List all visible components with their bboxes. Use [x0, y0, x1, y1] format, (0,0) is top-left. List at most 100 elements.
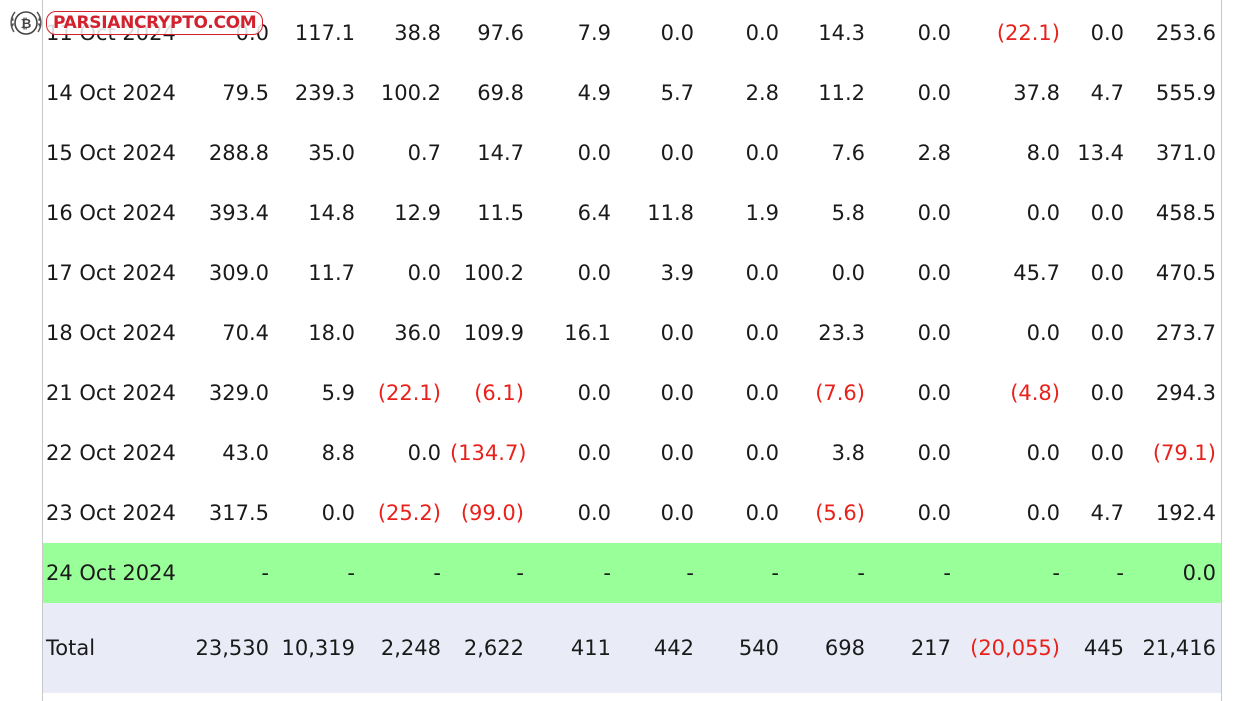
row-date: 21 Oct 2024 [46, 381, 176, 405]
table-cell: 393.4 [208, 201, 269, 225]
table-cell: (4.8) [1010, 381, 1060, 405]
total-cell: 217 [870, 603, 956, 693]
table-cell: 7.6 [831, 141, 865, 165]
table-cell: (79.1) [1152, 441, 1216, 465]
table-cell: 555.9 [1155, 81, 1216, 105]
total-label: Total [43, 603, 186, 693]
table-cell: 371.0 [1155, 141, 1216, 165]
table-cell: 0.0 [321, 501, 355, 525]
table-cell: 0.0 [745, 381, 779, 405]
table-cell: 36.0 [394, 321, 441, 345]
table-cell: - [186, 543, 274, 603]
table-cell: 0.0 [917, 441, 951, 465]
table-cell: 14.3 [818, 21, 865, 45]
table-cell: 3.8 [831, 441, 865, 465]
table-cell: - [956, 543, 1065, 603]
table-cell: 117.1 [294, 21, 355, 45]
table-cell: 11.5 [477, 201, 524, 225]
table-row: 17 Oct 2024 309.0 11.7 0.0 100.2 0.0 3.9 0.0 0.0… [43, 243, 1221, 303]
table-cell: 0.0 [577, 441, 611, 465]
table-cell: 11.7 [308, 261, 355, 285]
row-date: 23 Oct 2024 [46, 501, 176, 525]
total-cell: (20,055) [956, 603, 1065, 693]
table-cell: - [870, 543, 956, 603]
flow-table-body: 11 Oct 20240.0117.138.897.67.90.00.014.3… [43, 3, 1221, 693]
table-cell: (6.1) [474, 381, 524, 405]
table-cell: 11.8 [647, 201, 694, 225]
table-cell: 37.8 [1013, 81, 1060, 105]
table-cell: 0.0 [1090, 441, 1124, 465]
table-cell: 6.4 [577, 201, 611, 225]
table-row: 21 Oct 2024 329.0 5.9 (22.1) (6.1) 0.0 0.0 0.0 (… [43, 363, 1221, 423]
table-cell: 309.0 [208, 261, 269, 285]
table-cell: 0.0 [745, 501, 779, 525]
table-cell: 0.0 [745, 441, 779, 465]
table-cell: 0.0 [917, 81, 951, 105]
table-cell: 253.6 [1155, 21, 1216, 45]
table-cell: 0.0 [745, 321, 779, 345]
total-cell: 540 [699, 603, 784, 693]
row-date: 18 Oct 2024 [46, 321, 176, 345]
table-cell: 8.8 [321, 441, 355, 465]
watermark: ₿ PARSIANCRYPTO.COM [8, 6, 264, 40]
watermark-text: PARSIANCRYPTO.COM [46, 11, 264, 35]
table-cell: (134.7) [450, 441, 527, 465]
table-cell: 3.9 [660, 261, 694, 285]
table-cell: (22.1) [377, 381, 441, 405]
table-cell: 0.0 [660, 321, 694, 345]
table-cell: 317.5 [208, 501, 269, 525]
table-cell: 16.1 [564, 321, 611, 345]
table-cell: 2.8 [917, 141, 951, 165]
table-cell: 0.0 [577, 501, 611, 525]
table-cell: 0.0 [660, 441, 694, 465]
table-cell: 0.0 [660, 381, 694, 405]
table-row: 15 Oct 2024 288.8 35.0 0.7 14.7 0.0 0.0 0.0 7.6 2… [43, 123, 1221, 183]
table-cell: 4.9 [577, 81, 611, 105]
table-cell: 0.0 [1026, 201, 1060, 225]
table-cell: - [784, 543, 870, 603]
table-cell: (7.6) [815, 381, 865, 405]
row-date: 22 Oct 2024 [46, 441, 176, 465]
table-row: 22 Oct 2024 43.0 8.8 0.0 (134.7) 0.0 0.0 0.0 3.8… [43, 423, 1221, 483]
table-cell: - [529, 543, 616, 603]
table-cell: 273.7 [1155, 321, 1216, 345]
table-cell: 5.9 [321, 381, 355, 405]
total-cell: 445 [1065, 603, 1129, 693]
table-cell: 288.8 [208, 141, 269, 165]
total-cell: 10,319 [274, 603, 360, 693]
table-cell: 0.0 [917, 321, 951, 345]
table-cell: 5.7 [660, 81, 694, 105]
table-cell: 0.0 [660, 501, 694, 525]
table-cell: 0.0 [745, 141, 779, 165]
table-cell: - [274, 543, 360, 603]
table-cell: 8.0 [1026, 141, 1060, 165]
table-cell: 0.0 [1026, 321, 1060, 345]
total-cell: 411 [529, 603, 616, 693]
table-cell: 45.7 [1013, 261, 1060, 285]
flow-table-frame: 11 Oct 20240.0117.138.897.67.90.00.014.3… [42, 0, 1222, 701]
table-cell: 0.0 [577, 381, 611, 405]
table-cell: 2.8 [745, 81, 779, 105]
table-cell: (99.0) [460, 501, 524, 525]
table-cell: 0.0 [917, 261, 951, 285]
table-cell: 35.0 [308, 141, 355, 165]
table-cell: 97.6 [477, 21, 524, 45]
flow-table: 11 Oct 20240.0117.138.897.67.90.00.014.3… [43, 3, 1221, 693]
table-cell: 0.0 [577, 141, 611, 165]
table-cell: 14.8 [308, 201, 355, 225]
table-cell: 0.0 [660, 141, 694, 165]
table-cell: 0.0 [1129, 543, 1221, 603]
table-cell: 294.3 [1155, 381, 1216, 405]
table-cell: 23.3 [818, 321, 865, 345]
svg-text:₿: ₿ [21, 17, 32, 32]
table-cell: 7.9 [577, 21, 611, 45]
table-cell: 43.0 [222, 441, 269, 465]
table-cell: 0.0 [917, 201, 951, 225]
table-cell: - [699, 543, 784, 603]
total-row: Total 23,530 10,319 2,248 2,622 411 442 540 698 2… [43, 603, 1221, 693]
table-cell: 109.9 [463, 321, 524, 345]
table-cell: 0.0 [1090, 201, 1124, 225]
table-cell: 69.8 [477, 81, 524, 105]
table-row: 16 Oct 2024 393.4 14.8 12.9 11.5 6.4 11.8 1.9 5.… [43, 183, 1221, 243]
table-cell: 0.0 [1090, 21, 1124, 45]
